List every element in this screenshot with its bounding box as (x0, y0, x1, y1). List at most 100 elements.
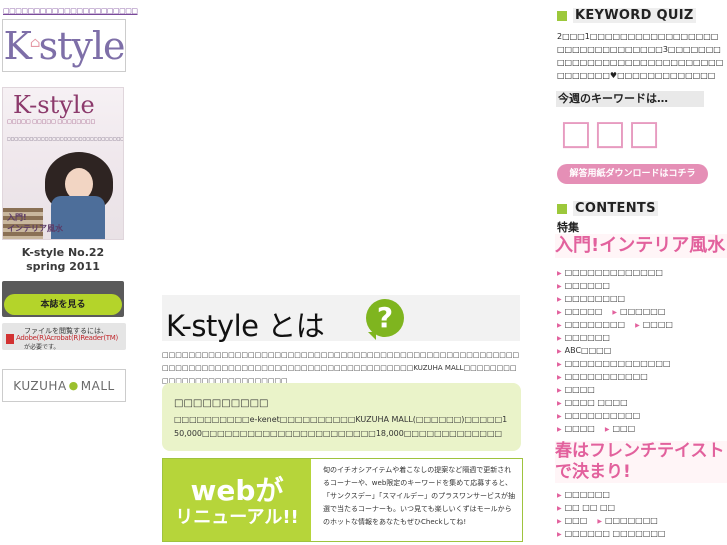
content-link[interactable]: ▶ □□□□□□□□ (557, 294, 625, 303)
content-link-label: □□□□□□□□ (564, 320, 626, 329)
arrow-right-icon: ▶ (557, 322, 562, 329)
kstyle-logo[interactable]: K⌂style (2, 19, 126, 72)
keyword-quiz-heading: KEYWORD QUIZ (557, 8, 696, 23)
info-body: □□□□□□□□□□e-kenet□□□□□□□□□□KUZUHA MALL(□… (174, 415, 508, 438)
renewal-graphic: webが リニューアル!! (163, 459, 311, 541)
content-link-label: □□□□ (642, 320, 673, 329)
content-link[interactable]: ▶ □□□□□□□□□□□□□□ (557, 359, 670, 368)
content-link[interactable]: ▶ □□□□□□ (557, 333, 610, 342)
magazine-title: K-style No.22 spring 2011 (21, 246, 105, 273)
download-answer-sheet-button[interactable]: 解答用紙ダウンロードはコチラ (557, 164, 708, 184)
arrow-right-icon: ▶ (557, 426, 562, 433)
keyword-answer: □□□ (559, 113, 663, 153)
arrow-right-icon: ▶ (557, 348, 562, 355)
page-title: K-style とは (166, 309, 325, 343)
link-row: ▶ □□□□□□ (557, 279, 725, 292)
green-square-icon (557, 203, 567, 214)
content-link-label: □□□□□□ □□□□□□□ (564, 529, 666, 538)
content-link[interactable]: ▶ □□□□□□□□□□□□□ (557, 268, 663, 277)
house-icon: ⌂ (29, 34, 41, 51)
content-link-label: □□□□□□ (564, 333, 610, 342)
content-link[interactable]: ▶ □□□□□□ (557, 490, 610, 499)
content-link[interactable]: ▶ □□□□□□□□□□ (557, 411, 640, 420)
link-row: ▶ □□□□□ ▶ □□□□□□ (557, 305, 725, 318)
content-link-label: □□□□ (564, 385, 595, 394)
leaf-icon: ● (68, 379, 79, 392)
content-link-label: □□□□□□ (564, 490, 610, 499)
content-link-label: □□□□□□□□□□□ (564, 372, 648, 381)
link-row: ▶ □□□□□□□□□□□ (557, 370, 725, 383)
arrow-right-icon: ▶ (557, 492, 562, 499)
quiz-text: 2□□□1□□□□□□□□□□□□□□□□□□□□□□□□□□□□□□□3□□□… (557, 32, 724, 80)
pdf-icon (6, 334, 14, 344)
arrow-right-icon: ▶ (557, 270, 562, 277)
content-link[interactable]: ▶ □□□□□□ (612, 307, 665, 316)
link-row: ▶ □□□□ ▶ □□□ (557, 422, 725, 435)
link-row: ▶ □□□□□□□□□□□□□ (557, 266, 725, 279)
content-link[interactable]: ▶ □□□□ (557, 385, 595, 394)
arrow-right-icon: ▶ (557, 413, 562, 420)
link-row: ▶ □□□ ▶ □□□□□□□ (557, 514, 725, 527)
feature-link-list: ▶ □□□□□□□□□□□□□ ▶ □□□□□□ ▶ □□□□□□□□ ▶ □□□□□ ▶ □□□… (557, 266, 725, 435)
content-link[interactable]: ▶ □□□□ (635, 320, 673, 329)
content-link[interactable]: ▶ ABC□□□□ (557, 346, 611, 355)
contents-label: CONTENTS (573, 201, 658, 216)
link-row: ▶ □□ □□ □□ (557, 501, 725, 514)
content-link[interactable]: ▶ □□□□□□□ (597, 516, 658, 525)
content-link-label: □□□□□□ (564, 281, 610, 290)
content-link[interactable]: ▶ □□□□□□□□ (557, 320, 625, 329)
arrow-right-icon: ▶ (557, 518, 562, 525)
content-link[interactable]: ▶ □□□□□□□□□□□ (557, 372, 648, 381)
content-link[interactable]: ▶ □□□□□□ □□□□□□□ (557, 529, 665, 538)
arrow-right-icon: ▶ (557, 283, 562, 290)
content-link-label: □□□□ (564, 424, 595, 433)
feature-title[interactable]: 入門!インテリア風水 (555, 234, 727, 258)
info-heading: □□□□□□□□□□ (174, 398, 269, 409)
content-link-label: □□□□□□ (620, 307, 666, 316)
content-link-label: □□ □□ □□ (564, 503, 616, 512)
top-text-link[interactable]: □□□□□□□□□□□□□□□□□□□□□□ (3, 7, 138, 15)
content-link[interactable]: ▶ □□ □□ □□ (557, 503, 615, 512)
content-link[interactable]: ▶ □□□□ (557, 424, 595, 433)
read-button-label: 本誌を見る (40, 300, 86, 310)
left-column: □□□□□□□□□□□□□□□□□□□□□□ K⌂style K-style □… (0, 0, 138, 545)
content-link[interactable]: ▶ □□□□ □□□□ (557, 398, 628, 407)
link-row: ▶ □□□□ (557, 383, 725, 396)
cover-lines: □□□□□□□□□□□□□□□□□□□□□□□□□□□□□□□□□□□□□ (7, 136, 124, 141)
content-link-label: □□□ (564, 516, 588, 525)
content-link-label: □□□ (612, 424, 636, 433)
content-link[interactable]: ▶ □□□ (557, 516, 587, 525)
acrobat-line2: Adobe(R)Acrobat(R)Reader(TM) (16, 334, 118, 342)
link-row: ▶ □□□□□□ (557, 331, 725, 344)
arrow-right-icon: ▶ (557, 531, 562, 538)
feature2-title[interactable]: 春はフレンチテイストで決まり! (555, 441, 727, 483)
acrobat-reader-banner[interactable]: ファイルを閲覧するには、 Adobe(R)Acrobat(R)Reader(TM… (2, 323, 126, 351)
kuzuha-mall-button[interactable]: KUZUHA ● MALL (2, 369, 126, 402)
web-renewal-banner[interactable]: webが リニューアル!! 旬のイチオシアイテムや着こなしの提案など隔週で更新さ… (162, 458, 523, 542)
arrow-right-icon: ▶ (557, 505, 562, 512)
right-column: KEYWORD QUIZ 2□□□1□□□□□□□□□□□□□□□□□□□□□□… (555, 0, 727, 545)
cover-subtitle: □□□□□ □□□□□ □□□□□□□□ (7, 119, 96, 125)
content-link-label: □□□□□□□□ (564, 294, 626, 303)
arrow-right-icon: ▶ (635, 322, 640, 329)
keyword-quiz-label: KEYWORD QUIZ (573, 8, 696, 23)
arrow-right-icon: ▶ (557, 361, 562, 368)
arrow-right-icon: ▶ (597, 518, 602, 525)
link-row: ▶ □□□□□□□□□□ (557, 409, 725, 422)
cover-heading: 入門! インテリア風水 (7, 213, 63, 233)
arrow-right-icon: ▶ (612, 309, 618, 316)
mall-word-left: KUZUHA (13, 378, 67, 393)
content-link[interactable]: ▶ □□□□□ (557, 307, 602, 316)
magazine-cover[interactable]: K-style □□□□□ □□□□□ □□□□□□□□ □□□□□□□□□□□… (2, 87, 124, 240)
arrow-right-icon: ▶ (557, 374, 562, 381)
content-link-label: □□□□□□□□□□□□□□ (564, 359, 671, 368)
content-link[interactable]: ▶ □□□□□□ (557, 281, 610, 290)
content-link[interactable]: ▶ □□□ (605, 424, 635, 433)
cover-title: K-style (13, 91, 95, 119)
question-bubble-icon: ? (366, 299, 404, 340)
read-magazine-button[interactable]: 本誌を見る (2, 281, 124, 317)
link-row: ▶ ABC□□□□ (557, 344, 725, 357)
content-link-label: ABC□□□□ (564, 346, 612, 355)
content-link-label: □□□□ □□□□ (564, 398, 628, 407)
renewal-word2: リニューアル!! (175, 507, 299, 528)
